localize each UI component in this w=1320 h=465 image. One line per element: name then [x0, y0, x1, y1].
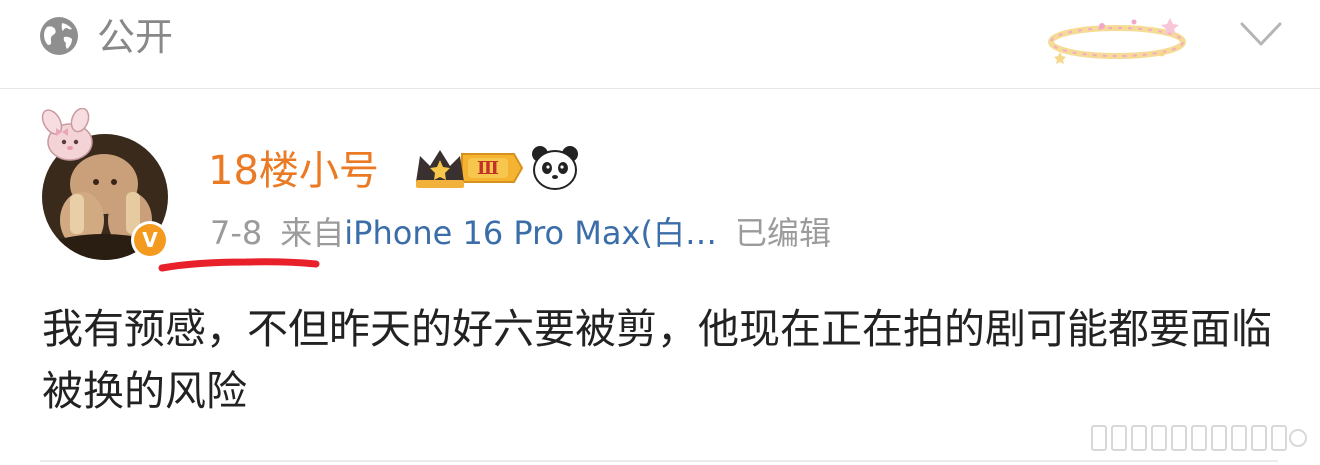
bottom-divider	[40, 460, 1278, 462]
bunny-pendant-icon	[41, 108, 93, 161]
globe-icon	[40, 17, 78, 55]
visibility-label[interactable]: 公开	[97, 12, 173, 62]
source-prefix: 来自	[280, 214, 345, 252]
section-divider	[0, 88, 1320, 89]
post-date: 7-8	[210, 214, 263, 252]
chevron-down-icon[interactable]	[1238, 16, 1284, 52]
red-underline-annotation	[158, 258, 320, 272]
visibility-bar: 公开	[0, 0, 1320, 86]
edited-label[interactable]: 已编辑	[735, 214, 831, 252]
halo-sparkle-icon	[1048, 18, 1186, 64]
post-body-text[interactable]: 我有预感，不但昨天的好六要被剪，他现在正在拍的剧可能都要面临被换的风险	[42, 298, 1272, 422]
weibo-post-screen: 公开 V 18楼小号 Ⅲ 7-8 来自iPhone 16 Pro Max(白… …	[0, 0, 1320, 465]
panda-emoji-icon	[532, 146, 578, 190]
author-name[interactable]: 18楼小号	[208, 146, 379, 196]
source-device-link[interactable]: iPhone 16 Pro Max(白…	[344, 214, 717, 252]
svg-text:Ⅲ: Ⅲ	[477, 158, 499, 179]
watermark-logo-icon	[1091, 425, 1307, 451]
svg-text:V: V	[142, 228, 158, 252]
author-avatar-group[interactable]: V	[34, 108, 184, 268]
vip-crown-badge-icon[interactable]: Ⅲ	[412, 142, 524, 194]
post-meta: 7-8 来自iPhone 16 Pro Max(白… 已编辑	[210, 210, 831, 256]
